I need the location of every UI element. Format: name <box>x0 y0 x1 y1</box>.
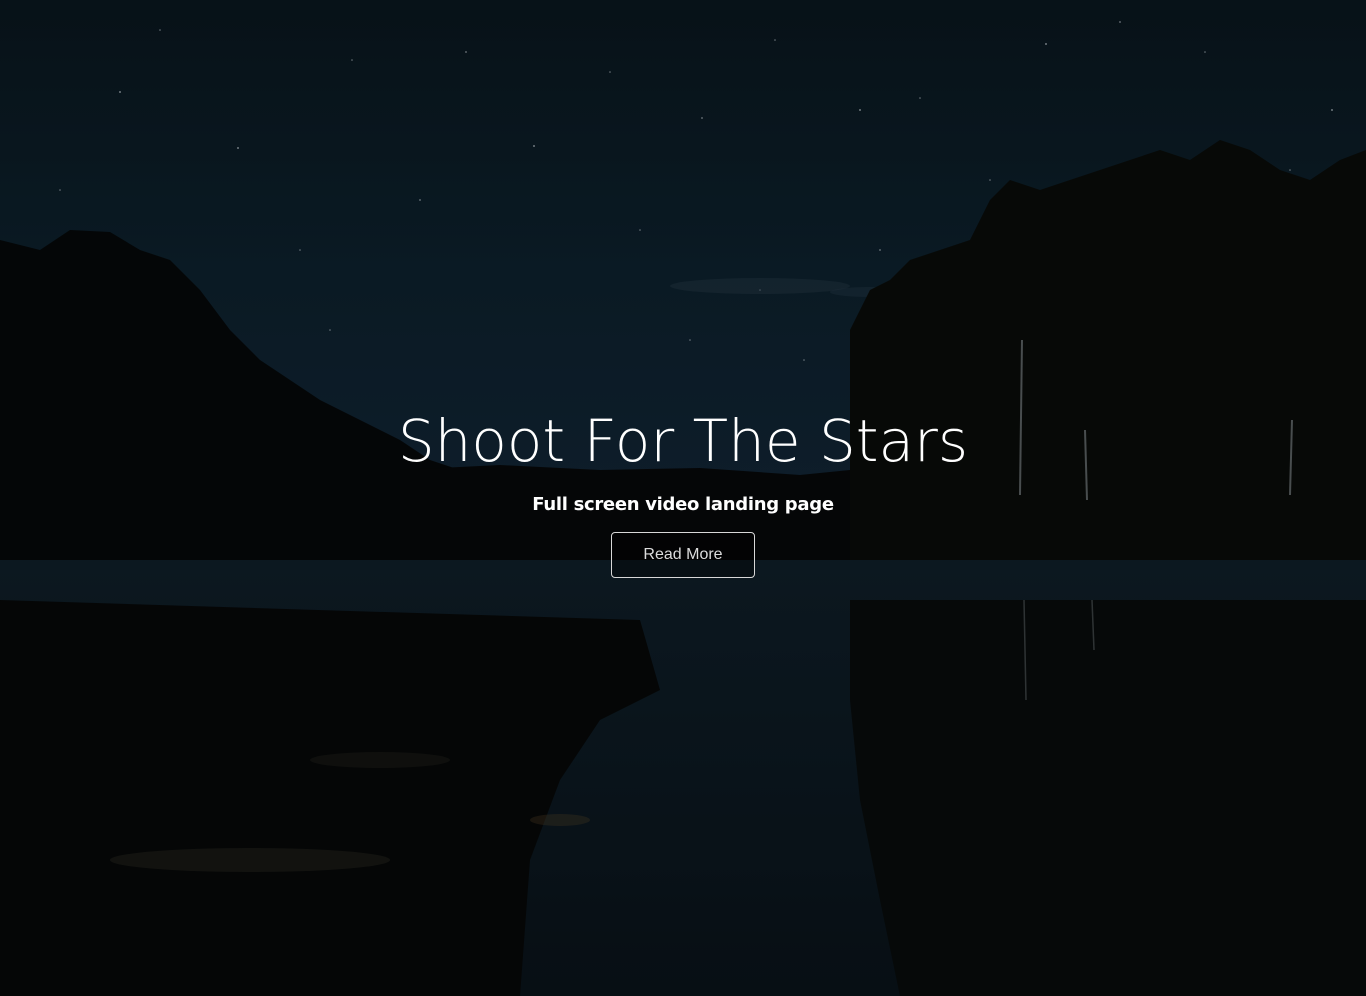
hero-content: Shoot For The Stars Full screen video la… <box>0 405 1366 578</box>
read-more-button[interactable]: Read More <box>611 532 755 578</box>
hero-title: Shoot For The Stars <box>397 407 969 475</box>
hero-section: Shoot For The Stars Full screen video la… <box>0 0 1366 996</box>
hero-subtitle: Full screen video landing page <box>532 494 834 515</box>
